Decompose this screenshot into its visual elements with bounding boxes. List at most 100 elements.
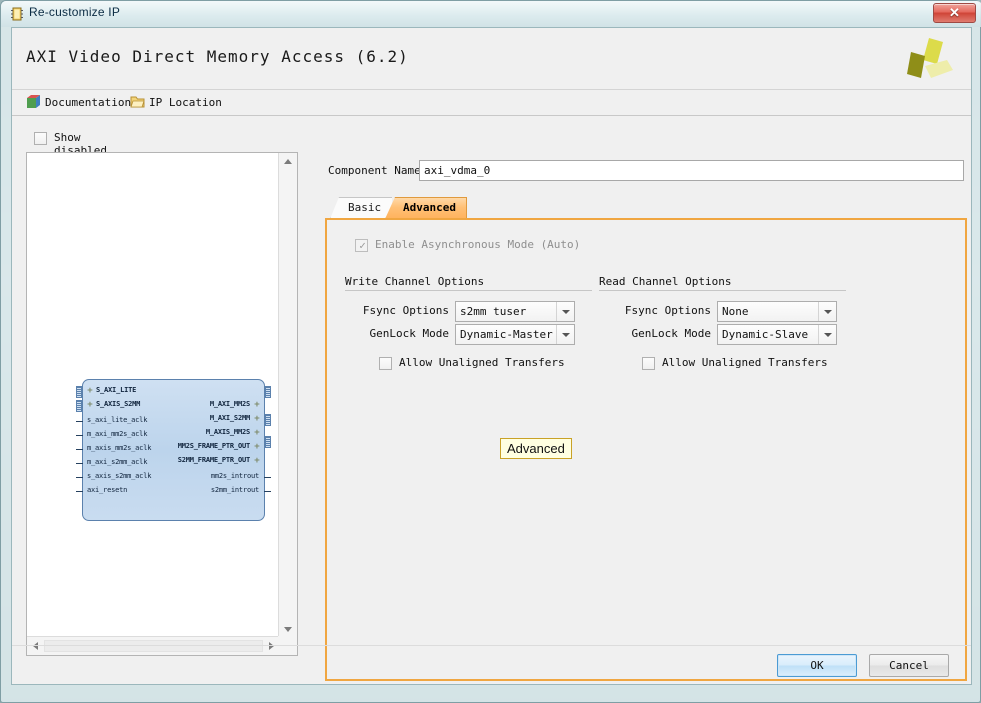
read-channel-rule <box>599 290 846 291</box>
read-fsync-value: None <box>722 302 816 321</box>
port-label-right-0: M_AXI_MM2S <box>210 400 250 408</box>
port-label-right-1: M_AXI_S2MM <box>210 414 250 422</box>
pin-tick-left-7 <box>76 491 83 492</box>
checkbox-box: ✓ <box>355 239 368 252</box>
read-channel-title: Read Channel Options <box>599 275 731 288</box>
pin-tick-left-4 <box>76 449 83 450</box>
tab-advanced-label: Advanced <box>403 197 456 219</box>
documentation-label: Documentation <box>45 96 131 109</box>
check-icon: ✓ <box>356 240 369 253</box>
pin-tick-right-5 <box>264 477 271 478</box>
read-genlock-label: GenLock Mode <box>632 327 711 340</box>
expand-icon-s2mm-frame-ptr-out[interactable]: + <box>253 457 261 465</box>
ip-location-label: IP Location <box>149 96 222 109</box>
bus-stub-right-a <box>265 386 271 398</box>
ip-chip-icon <box>9 6 25 22</box>
write-genlock-label: GenLock Mode <box>370 327 449 340</box>
port-label-left-1: S_AXIS_S2MM <box>96 400 140 408</box>
port-label-left-6: s_axis_s2mm_aclk <box>87 472 151 480</box>
component-name-label: Component Name <box>328 164 421 177</box>
port-label-right-4: S2MM_FRAME_PTR_OUT <box>178 456 250 464</box>
expand-icon-mm2s-frame-ptr-out[interactable]: + <box>253 443 261 451</box>
book-icon <box>26 99 41 112</box>
tab-basic-label: Basic <box>348 197 381 219</box>
chevron-down-icon <box>818 325 836 344</box>
write-fsync-dropdown[interactable]: s2mm tuser <box>455 301 575 322</box>
ip-location-button[interactable]: IP Location <box>130 94 145 112</box>
port-label-right-6: s2mm_introut <box>211 486 259 494</box>
bus-stub-right-c <box>265 436 271 448</box>
ip-block-symbol: + + S_AXI_LITE S_AXIS_S2MM s_axi_lite_ac… <box>82 379 265 521</box>
write-fsync-label: Fsync Options <box>363 304 449 317</box>
block-diagram-canvas[interactable]: + + S_AXI_LITE S_AXIS_S2MM s_axi_lite_ac… <box>27 153 280 638</box>
window-frame: Re-customize IP ✕ AXI Video Direct Memor… <box>0 0 981 703</box>
write-genlock-value: Dynamic-Master <box>460 325 554 344</box>
close-icon: ✕ <box>934 5 975 21</box>
scroll-left-arrow[interactable] <box>27 637 44 655</box>
bus-stub-s-axi-lite <box>76 386 82 398</box>
write-channel-rule <box>345 290 592 291</box>
expand-icon-m-axi-s2mm[interactable]: + <box>253 415 261 423</box>
footer-divider <box>12 645 971 646</box>
chevron-down-icon <box>556 302 574 321</box>
pin-tick-left-3 <box>76 435 83 436</box>
checkbox-box <box>642 357 655 370</box>
enable-async-mode-label: Enable Asynchronous Mode (Auto) <box>375 238 580 251</box>
read-fsync-label: Fsync Options <box>625 304 711 317</box>
tab-basic[interactable]: Basic <box>330 197 392 219</box>
port-label-left-5: m_axi_s2mm_aclk <box>87 458 147 466</box>
bus-stub-right-b <box>265 414 271 426</box>
port-label-left-0: S_AXI_LITE <box>96 386 136 394</box>
bus-stub-s-axis-s2mm <box>76 400 82 412</box>
horizontal-scroll-track[interactable] <box>44 640 263 652</box>
close-button[interactable]: ✕ <box>933 3 976 23</box>
ip-header: AXI Video Direct Memory Access (6.2) <box>12 28 971 90</box>
xilinx-logo <box>899 36 955 82</box>
checkbox-box <box>379 357 392 370</box>
chevron-down-icon <box>556 325 574 344</box>
chevron-down-icon <box>818 302 836 321</box>
pin-tick-left-2 <box>76 421 83 422</box>
title-bar: Re-customize IP ✕ <box>1 1 981 27</box>
write-fsync-value: s2mm tuser <box>460 302 554 321</box>
write-allow-unaligned-label: Allow Unaligned Transfers <box>399 356 565 369</box>
expand-icon-m-axis-mm2s[interactable]: + <box>253 429 261 437</box>
port-label-left-2: s_axi_lite_aclk <box>87 416 147 424</box>
checkbox-box <box>34 132 47 145</box>
documentation-button[interactable]: Documentation <box>26 94 41 112</box>
write-genlock-dropdown[interactable]: Dynamic-Master <box>455 324 575 345</box>
port-label-right-5: mm2s_introut <box>211 472 259 480</box>
pin-tick-left-5 <box>76 463 83 464</box>
ports-panel: Show disabled ports + + S_AXI_LITE S_AXI… <box>26 124 298 656</box>
expand-icon-s-axi-lite[interactable]: + <box>86 387 94 395</box>
pin-tick-left-6 <box>76 477 83 478</box>
port-label-left-7: axi_resetn <box>87 486 127 494</box>
ok-button[interactable]: OK <box>777 654 857 677</box>
component-name-row: Component Name axi_vdma_0 <box>318 160 968 182</box>
cancel-button[interactable]: Cancel <box>869 654 949 677</box>
advanced-tab-panel: ✓ Enable Asynchronous Mode (Auto) Write … <box>325 218 967 681</box>
port-label-right-3: MM2S_FRAME_PTR_OUT <box>178 442 250 450</box>
advanced-tooltip: Advanced <box>500 438 572 459</box>
read-fsync-dropdown[interactable]: None <box>717 301 837 322</box>
read-genlock-dropdown[interactable]: Dynamic-Slave <box>717 324 837 345</box>
pin-tick-right-6 <box>264 491 271 492</box>
read-allow-unaligned-label: Allow Unaligned Transfers <box>662 356 828 369</box>
dialog-body: AXI Video Direct Memory Access (6.2) <box>11 27 972 685</box>
port-label-right-2: M_AXIS_MM2S <box>206 428 250 436</box>
tab-advanced[interactable]: Advanced <box>385 197 467 219</box>
folder-icon <box>130 99 145 112</box>
scroll-up-arrow[interactable] <box>279 153 297 170</box>
read-genlock-value: Dynamic-Slave <box>722 325 816 344</box>
diagram-vertical-scrollbar[interactable] <box>278 153 297 638</box>
expand-icon-s-axis-s2mm[interactable]: + <box>86 401 94 409</box>
write-channel-title: Write Channel Options <box>345 275 484 288</box>
page-title: AXI Video Direct Memory Access (6.2) <box>26 47 409 66</box>
port-label-left-3: m_axi_mm2s_aclk <box>87 430 147 438</box>
component-name-input[interactable]: axi_vdma_0 <box>419 160 964 181</box>
port-label-left-4: m_axis_mm2s_aclk <box>87 444 151 452</box>
expand-icon-m-axi-mm2s[interactable]: + <box>253 401 261 409</box>
block-diagram-box: + + S_AXI_LITE S_AXIS_S2MM s_axi_lite_ac… <box>26 152 298 656</box>
toolbar: Documentation IP Location <box>12 90 971 116</box>
window-title: Re-customize IP <box>29 5 120 19</box>
